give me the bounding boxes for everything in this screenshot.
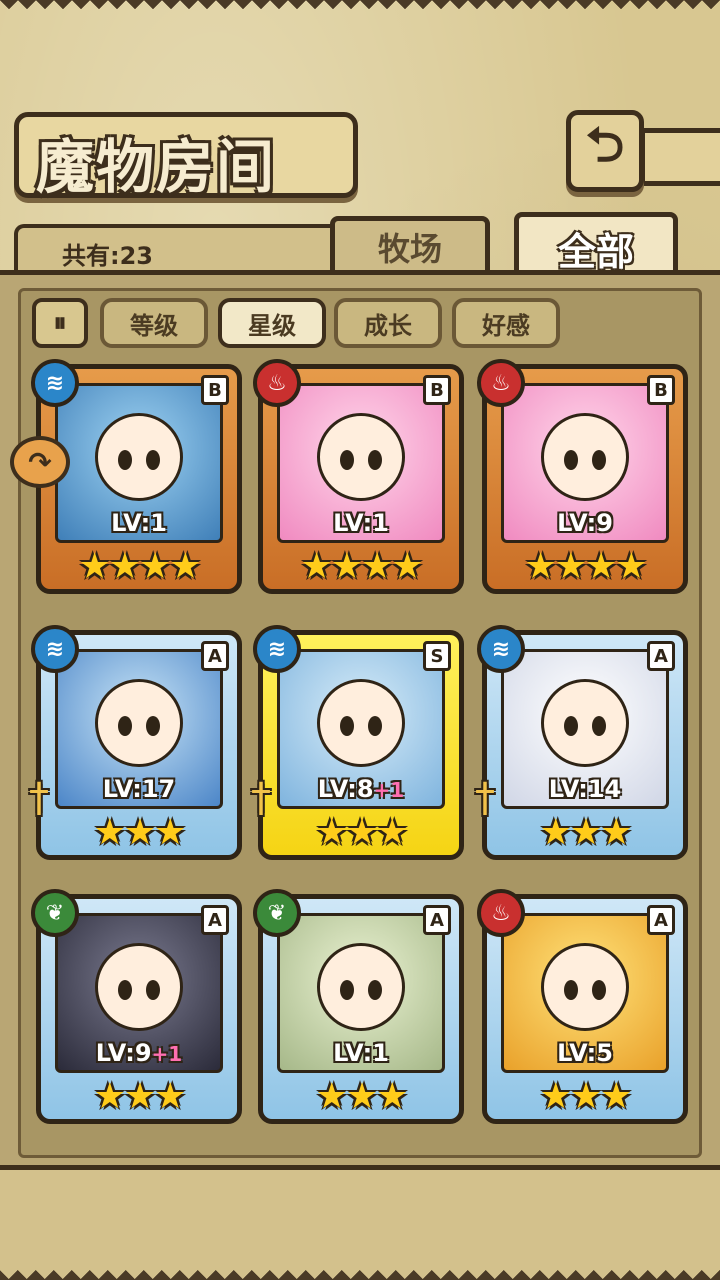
- back-button-bar: [640, 128, 720, 186]
- top-border: [0, 0, 720, 18]
- monster-card[interactable]: ≋ B LV:1 ★★★★: [31, 359, 242, 594]
- leaf-element-icon: ❦: [31, 889, 79, 937]
- star-rating: ★★★★: [78, 546, 201, 587]
- monster-card[interactable]: ♨ A LV:5 ★★★: [477, 889, 688, 1124]
- monster-level: LV:14: [548, 775, 622, 803]
- water-element-icon: ≋: [31, 625, 79, 673]
- monster-level: LV:9: [557, 509, 613, 537]
- tab-ranch-label: 牧场: [377, 229, 442, 268]
- water-element-icon: ≋: [31, 359, 79, 407]
- water-element-icon: ≋: [477, 625, 525, 673]
- monster-card[interactable]: ≋ S † LV:8+1 ★★★: [251, 625, 464, 860]
- team-marker-icon[interactable]: ↷: [10, 436, 70, 488]
- tab-all-label: 全部: [557, 229, 634, 274]
- back-arrow-icon: ⮌: [585, 116, 625, 173]
- fire-element-icon: ♨: [477, 359, 525, 407]
- sort-order-icon: ⏸: [53, 307, 67, 338]
- monster-level: LV:17: [102, 775, 176, 803]
- monster-level: LV:1: [333, 1039, 389, 1067]
- star-rating: ★★★: [539, 1076, 633, 1117]
- leaf-element-icon: ❦: [253, 889, 301, 937]
- bottom-border: [0, 1258, 720, 1280]
- monster-card[interactable]: ❦ A LV:1 ★★★: [253, 889, 464, 1124]
- rank-badge: B: [423, 375, 451, 405]
- rank-badge: A: [423, 905, 451, 935]
- tab-ranch[interactable]: 牧场: [330, 216, 490, 272]
- monster-card[interactable]: ♨ B LV:1 ★★★★: [253, 359, 464, 594]
- rank-badge: S: [423, 641, 451, 671]
- monster-card[interactable]: ≋ A † LV:17 ★★★: [29, 625, 242, 860]
- monster-card[interactable]: ❦ A LV:9+1 ★★★: [31, 889, 242, 1124]
- star-rating: ★★★★: [300, 546, 423, 587]
- water-element-icon: ≋: [253, 625, 301, 673]
- back-button[interactable]: ⮌: [566, 110, 644, 192]
- star-rating: ★★★: [315, 812, 409, 853]
- sort-level-button[interactable]: 等级: [100, 298, 208, 348]
- monster-level: LV:9+1: [95, 1039, 183, 1067]
- star-rating: ★★★: [93, 812, 187, 853]
- star-rating: ★★★★: [524, 546, 647, 587]
- fire-element-icon: ♨: [253, 359, 301, 407]
- rank-badge: B: [647, 375, 675, 405]
- sort-star-button[interactable]: 星级: [218, 298, 326, 348]
- rank-badge: A: [201, 905, 229, 935]
- rank-badge: B: [201, 375, 229, 405]
- level-bonus: +1: [151, 1042, 183, 1066]
- monster-level: LV:5: [557, 1039, 613, 1067]
- monster-level: LV:8+1: [317, 775, 405, 803]
- rank-badge: A: [201, 641, 229, 671]
- monster-card[interactable]: ≋ A † LV:14 ★★★: [475, 625, 688, 860]
- monster-card[interactable]: ♨ B LV:9 ★★★★: [477, 359, 688, 594]
- sort-growth-button[interactable]: 成长: [334, 298, 442, 348]
- star-rating: ★★★: [93, 1076, 187, 1117]
- star-rating: ★★★: [315, 1076, 409, 1117]
- level-bonus: +1: [373, 778, 405, 802]
- rank-badge: A: [647, 905, 675, 935]
- monster-count: 共有:23: [62, 242, 153, 270]
- monster-level: LV:1: [111, 509, 167, 537]
- sort-affection-button[interactable]: 好感: [452, 298, 560, 348]
- page-title: 魔物房间: [36, 133, 277, 201]
- monster-level: LV:1: [333, 509, 389, 537]
- fire-element-icon: ♨: [477, 889, 525, 937]
- rank-badge: A: [647, 641, 675, 671]
- star-rating: ★★★: [539, 812, 633, 853]
- sort-order-toggle[interactable]: ⏸: [32, 298, 88, 348]
